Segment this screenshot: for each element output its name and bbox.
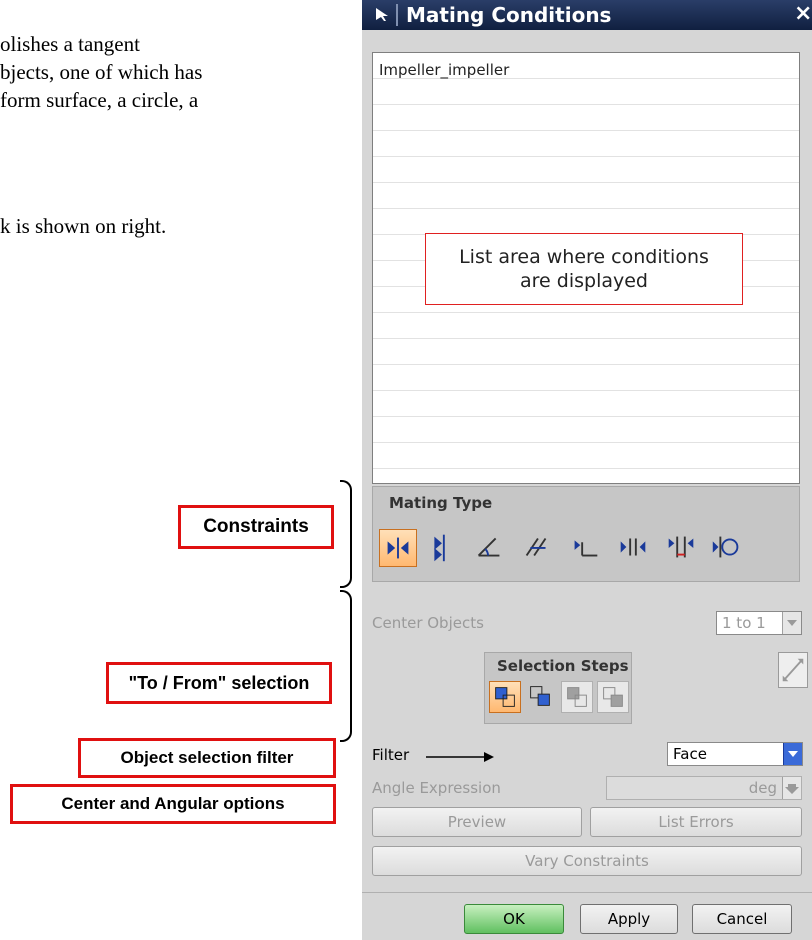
to-face-icon[interactable] [525, 681, 557, 713]
bracket-to-from [340, 590, 352, 742]
center-objects-label: Center Objects [372, 614, 484, 632]
angle-unit: deg [748, 779, 777, 797]
annotation-object-filter: Object selection filter [78, 738, 336, 778]
reverse-direction-icon[interactable] [778, 652, 808, 688]
filter-select[interactable]: Face [667, 742, 803, 766]
center-objects-value: 1 to 1 [722, 614, 766, 632]
footer-divider [362, 892, 812, 893]
list-item[interactable]: Impeller_impeller [379, 61, 509, 79]
cancel-button[interactable]: Cancel [692, 904, 792, 934]
annotation-center-angular: Center and Angular options [10, 784, 336, 824]
to-object-icon[interactable] [597, 681, 629, 713]
apply-button[interactable]: Apply [580, 904, 678, 934]
distance-icon[interactable] [663, 529, 701, 567]
from-face-icon[interactable] [489, 681, 521, 713]
angle-expression-field[interactable]: deg [606, 776, 802, 800]
parallel-icon[interactable] [519, 529, 557, 567]
ok-button[interactable]: OK [464, 904, 564, 934]
document-line-1: olishes a tangent [0, 32, 140, 56]
mate-icon[interactable] [379, 529, 417, 567]
filter-label: Filter [372, 746, 410, 764]
dialog-title: Mating Conditions [406, 3, 612, 27]
mating-conditions-dialog: Mating Conditions × Impeller_impeller Li… [362, 0, 812, 940]
selection-steps-group: Selection Steps [484, 652, 632, 724]
chevron-down-icon[interactable] [783, 743, 802, 765]
mating-type-group: Mating Type [372, 486, 800, 582]
center-icon[interactable] [615, 529, 653, 567]
filter-value: Face [673, 745, 707, 763]
conditions-list[interactable]: Impeller_impeller List area where condit… [372, 52, 800, 484]
annotation-to-from: "To / From" selection [106, 662, 332, 704]
pointer-icon [376, 8, 388, 21]
list-area-callout: List area where conditions are displayed [425, 233, 743, 305]
document-line-3: form surface, a circle, a [0, 88, 199, 112]
bracket-constraints [340, 480, 352, 588]
from-object-icon[interactable] [561, 681, 593, 713]
chevron-down-icon[interactable] [782, 612, 801, 634]
preview-button[interactable]: Preview [372, 807, 582, 837]
document-line-2: bjects, one of which has [0, 60, 203, 84]
filter-arrow-icon [426, 752, 494, 762]
document-line-4: k is shown on right. [0, 214, 167, 238]
list-errors-button[interactable]: List Errors [590, 807, 802, 837]
annotation-constraints: Constraints [178, 505, 334, 549]
perpendicular-icon[interactable] [567, 529, 605, 567]
selection-steps-title: Selection Steps [497, 657, 629, 675]
center-objects-select[interactable]: 1 to 1 [716, 611, 802, 635]
chevron-down-icon[interactable] [782, 777, 801, 799]
angle-expression-label: Angle Expression [372, 779, 501, 797]
align-icon[interactable] [423, 529, 461, 567]
tangent-icon[interactable] [709, 529, 747, 567]
vary-constraints-button[interactable]: Vary Constraints [372, 846, 802, 876]
angle-icon[interactable] [471, 529, 509, 567]
title-bar: Mating Conditions × [362, 0, 812, 30]
mating-type-title: Mating Type [389, 494, 493, 512]
close-icon[interactable]: × [794, 1, 812, 26]
